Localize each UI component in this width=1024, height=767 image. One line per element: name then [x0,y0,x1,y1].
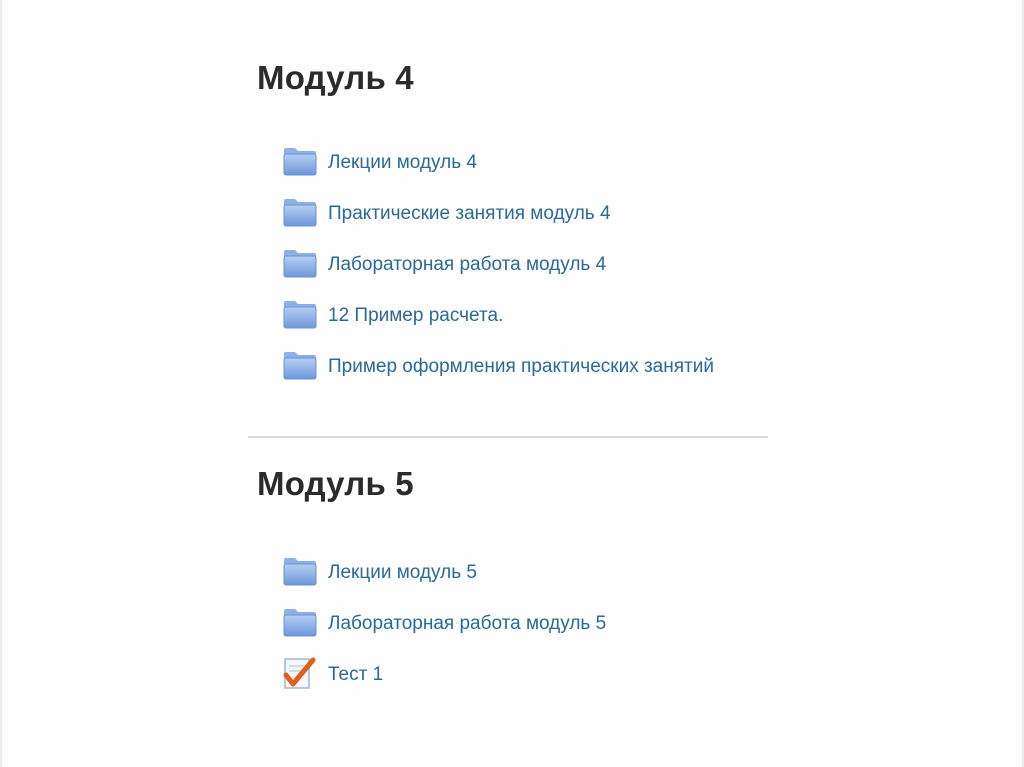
activity-lectures-module-5[interactable]: Лекции модуль 5 [282,545,606,596]
folder-icon [282,144,318,178]
activity-link[interactable]: Лабораторная работа модуль 5 [328,609,606,635]
quiz-checkmark-icon [282,656,318,690]
folder-icon [282,348,318,382]
activity-link[interactable]: Лекции модуль 4 [328,148,477,174]
activity-link[interactable]: Практические занятия модуль 4 [328,199,611,225]
activity-link[interactable]: 12 Пример расчета. [328,301,503,327]
activity-lab-module-4[interactable]: Лабораторная работа модуль 4 [282,237,714,288]
activity-quiz-1[interactable]: Тест 1 [282,647,606,698]
activity-link[interactable]: Тест 1 [328,660,383,686]
folder-icon [282,605,318,639]
activity-lab-module-5[interactable]: Лабораторная работа модуль 5 [282,596,606,647]
folder-icon [282,554,318,588]
activity-link[interactable]: Пример оформления практических занятий [328,352,714,378]
section-title: Модуль 4 [257,59,414,96]
activity-list: Лекции модуль 4 Практические занятия мод… [282,135,714,390]
activity-link[interactable]: Лекции модуль 5 [328,558,477,584]
course-page: Модуль 4 Лекции модуль 4 Практические за… [0,0,1024,767]
folder-icon [282,246,318,280]
activity-list: Лекции модуль 5 Лабораторная работа моду… [282,545,606,698]
activity-calc-example[interactable]: 12 Пример расчета. [282,288,714,339]
folder-icon [282,297,318,331]
folder-icon [282,195,318,229]
activity-link[interactable]: Лабораторная работа модуль 4 [328,250,606,276]
section-title: Модуль 5 [257,465,414,502]
section-divider [248,436,768,438]
section-module-4: Модуль 4 Лекции модуль 4 Практические за… [257,58,714,379]
activity-practicals-module-4[interactable]: Практические занятия модуль 4 [282,186,714,237]
section-module-5: Модуль 5 Лекции модуль 5 Лабораторная ра… [257,464,606,689]
activity-lectures-module-4[interactable]: Лекции модуль 4 [282,135,714,186]
activity-practicals-example[interactable]: Пример оформления практических занятий [282,339,714,390]
